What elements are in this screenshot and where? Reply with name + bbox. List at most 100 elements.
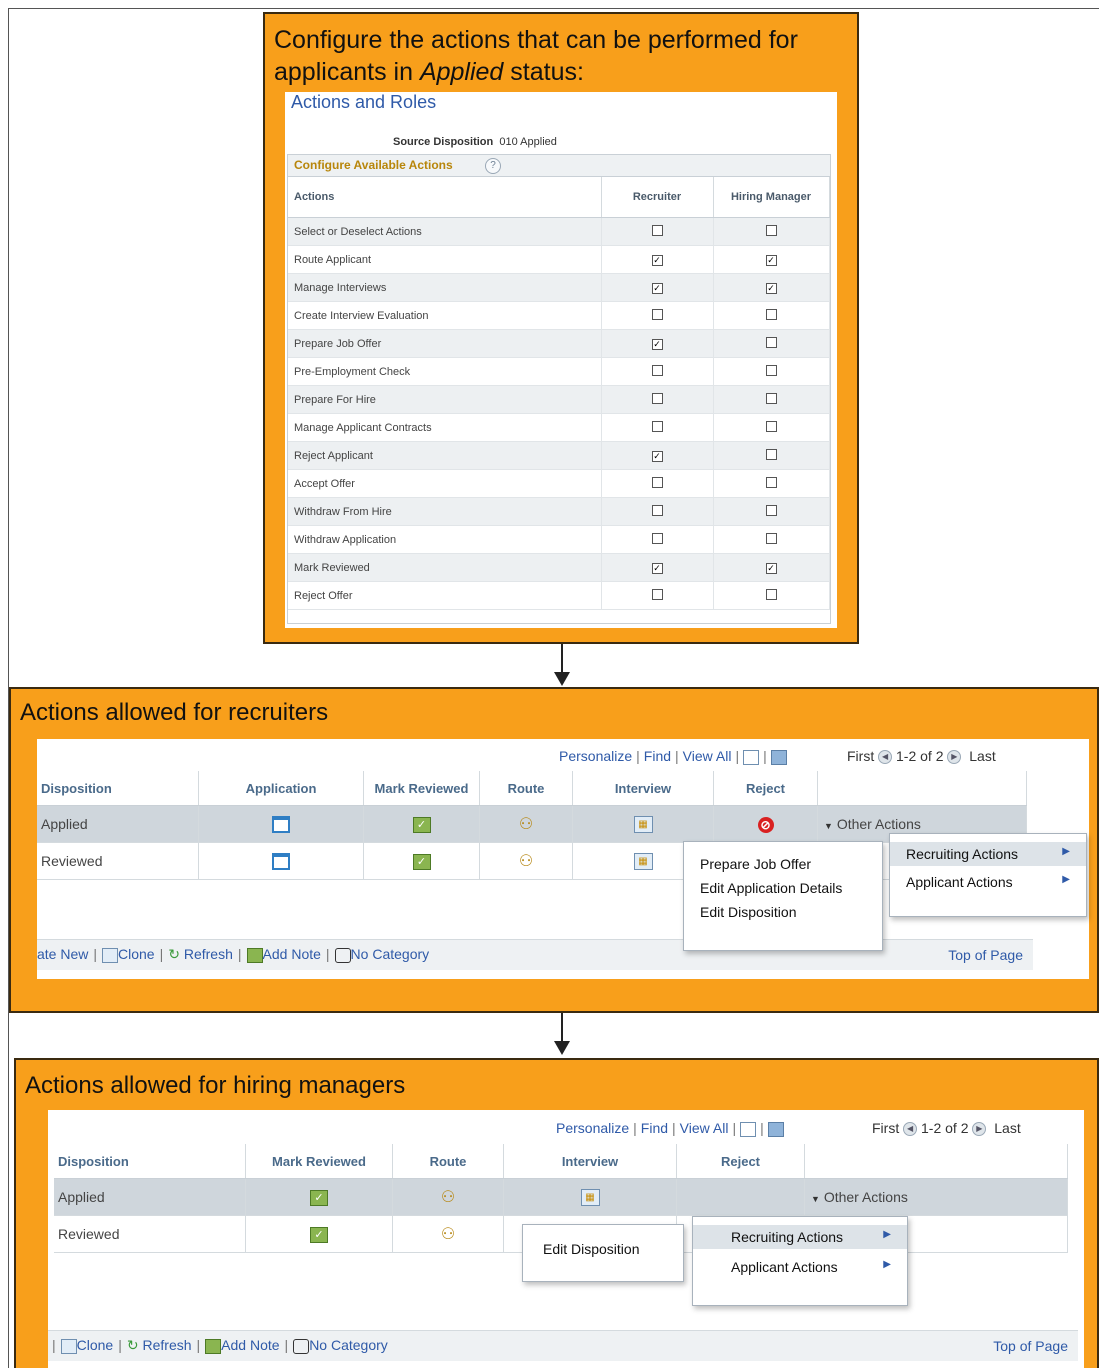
no-category-icon[interactable] — [293, 1338, 310, 1354]
disposition-cell: Reviewed — [54, 1215, 246, 1253]
menu-item-edit-disposition[interactable]: Edit Disposition — [523, 1237, 683, 1261]
prev-icon[interactable]: ◀ — [903, 1122, 918, 1137]
top-of-page-link[interactable]: Top of Page — [948, 947, 1023, 963]
hiring-manager-checkbox[interactable] — [765, 420, 777, 432]
recruiter-checkbox[interactable]: ✓ — [651, 450, 663, 462]
hiring-manager-checkbox[interactable]: ✓ — [765, 562, 777, 574]
table-row: Create Interview Evaluation — [288, 301, 830, 330]
recruiter-checkbox[interactable] — [651, 504, 663, 516]
recruiter-checkbox[interactable] — [651, 364, 663, 376]
hiring-manager-checkbox[interactable] — [765, 392, 777, 404]
refresh-link[interactable]: Refresh — [143, 1337, 192, 1353]
grid-footer: | Clone | ↻ Refresh | Add Note | No Category To… — [48, 1330, 1078, 1361]
view-all-link[interactable]: View All — [683, 748, 732, 764]
menu-item-edit-disposition[interactable]: Edit Disposition — [684, 900, 882, 924]
download-icon[interactable] — [770, 749, 787, 765]
menu-item-edit-application-details[interactable]: Edit Application Details — [684, 876, 882, 900]
recruiter-checkbox[interactable]: ✓ — [651, 562, 663, 574]
add-note-link[interactable]: Add Note — [263, 946, 321, 962]
col-reject: Reject — [713, 771, 818, 806]
add-note-link[interactable]: Add Note — [221, 1337, 279, 1353]
route-icon[interactable]: ⚇ — [519, 851, 533, 871]
clone-link[interactable]: Clone — [118, 946, 155, 962]
last-link[interactable]: Last — [969, 748, 995, 764]
mark-reviewed-icon[interactable]: ✓ — [412, 816, 431, 833]
recruiter-checkbox[interactable]: ✓ — [651, 338, 663, 350]
interview-icon[interactable]: ▦ — [633, 815, 653, 833]
clone-icon[interactable] — [60, 1338, 77, 1354]
prev-icon[interactable]: ◀ — [878, 750, 893, 765]
refresh-icon[interactable]: ↻ — [127, 1337, 139, 1353]
application-icon[interactable] — [272, 852, 290, 870]
hiring-manager-checkbox[interactable] — [765, 224, 777, 236]
view-all-link[interactable]: View All — [680, 1120, 729, 1136]
interview-icon[interactable]: ▦ — [633, 852, 653, 870]
other-actions-link[interactable]: ▼ Other Actions — [804, 1178, 1068, 1216]
recruiter-checkbox[interactable] — [651, 588, 663, 600]
next-icon[interactable]: ▶ — [972, 1122, 987, 1137]
hiring-manager-checkbox[interactable] — [765, 476, 777, 488]
recruiter-checkbox[interactable]: ✓ — [651, 254, 663, 266]
mark-reviewed-icon[interactable]: ✓ — [412, 853, 431, 870]
col-application: Application — [198, 771, 364, 806]
recruiter-checkbox[interactable] — [651, 224, 663, 236]
recruiter-checkbox[interactable] — [651, 392, 663, 404]
hiring-manager-checkbox[interactable] — [765, 504, 777, 516]
hiring-manager-checkbox[interactable]: ✓ — [765, 282, 777, 294]
hiring-manager-checkbox[interactable]: ✓ — [765, 254, 777, 266]
no-category-link[interactable]: No Category — [309, 1337, 388, 1353]
col-interview: Interview — [503, 1144, 677, 1179]
menu-item-prepare-job-offer[interactable]: Prepare Job Offer — [684, 852, 882, 876]
find-link[interactable]: Find — [644, 748, 671, 764]
mark-reviewed-icon[interactable]: ✓ — [310, 1189, 328, 1206]
interview-icon[interactable]: ▦ — [580, 1188, 600, 1206]
zoom-icon[interactable] — [740, 1121, 757, 1137]
route-icon[interactable]: ⚇ — [441, 1224, 455, 1244]
personalize-link[interactable]: Personalize — [559, 748, 632, 764]
source-disposition: Source Disposition 010 Applied — [393, 136, 557, 148]
no-category-link[interactable]: No Category — [351, 946, 430, 962]
mark-reviewed-icon[interactable]: ✓ — [310, 1226, 328, 1243]
create-new-link[interactable]: ate New — [37, 946, 88, 962]
clone-link[interactable]: Clone — [77, 1337, 114, 1353]
menu-item-recruiting-actions[interactable]: Recruiting Actions ▶ — [693, 1225, 907, 1249]
hiring-manager-checkbox[interactable] — [765, 588, 777, 600]
menu-item-applicant-actions[interactable]: Applicant Actions ▶ — [890, 870, 1086, 894]
help-icon[interactable]: ? — [485, 158, 501, 174]
route-icon[interactable]: ⚇ — [519, 814, 533, 834]
first-link[interactable]: First — [847, 748, 874, 764]
add-note-icon[interactable] — [246, 947, 263, 963]
next-icon[interactable]: ▶ — [947, 750, 962, 765]
personalize-link[interactable]: Personalize — [556, 1120, 629, 1136]
application-icon[interactable] — [272, 815, 290, 833]
hiring-manager-checkbox[interactable] — [765, 336, 777, 348]
find-link[interactable]: Find — [641, 1120, 668, 1136]
menu-item-applicant-actions[interactable]: Applicant Actions ▶ — [693, 1255, 907, 1279]
chevron-right-icon: ▶ — [883, 1229, 891, 1240]
recruiter-checkbox[interactable] — [651, 476, 663, 488]
recruiter-checkbox[interactable] — [651, 532, 663, 544]
recruiter-checkbox[interactable]: ✓ — [651, 282, 663, 294]
hiring-manager-checkbox[interactable] — [765, 448, 777, 460]
hiring-manager-checkbox[interactable] — [765, 532, 777, 544]
download-icon[interactable] — [767, 1121, 784, 1137]
add-note-icon[interactable] — [205, 1338, 222, 1354]
refresh-icon[interactable]: ↻ — [168, 946, 180, 962]
no-category-icon[interactable] — [334, 947, 351, 963]
first-link[interactable]: First — [872, 1120, 899, 1136]
refresh-link[interactable]: Refresh — [184, 946, 233, 962]
recruiter-checkbox[interactable] — [651, 420, 663, 432]
hiring-manager-checkbox[interactable] — [765, 364, 777, 376]
top-of-page-link[interactable]: Top of Page — [993, 1338, 1068, 1354]
clone-icon[interactable] — [102, 947, 118, 963]
menu-item-recruiting-actions[interactable]: Recruiting Actions ▶ — [890, 842, 1086, 866]
hiring-manager-checkbox[interactable] — [765, 308, 777, 320]
recruiter-checkbox[interactable] — [651, 308, 663, 320]
table-row[interactable]: Applied ✓ ⚇ ▦ ⊘ ▼ Other Actions — [37, 805, 1027, 843]
route-icon[interactable]: ⚇ — [441, 1187, 455, 1207]
table-row[interactable]: Applied ✓ ⚇ ▦ ▼ Other Actions — [54, 1178, 1068, 1216]
reject-icon[interactable]: ⊘ — [757, 816, 774, 833]
zoom-icon[interactable] — [743, 749, 760, 765]
flow-arrow — [561, 1013, 563, 1043]
last-link[interactable]: Last — [994, 1120, 1020, 1136]
